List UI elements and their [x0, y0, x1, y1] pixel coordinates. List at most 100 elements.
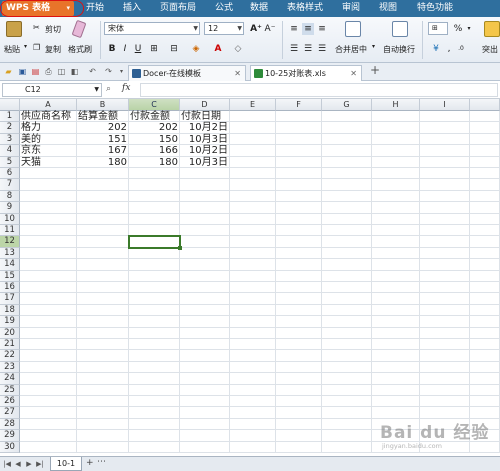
column-header-h[interactable]: H	[372, 99, 420, 111]
column-header-c[interactable]: C	[129, 99, 180, 111]
cell-c2[interactable]: 202	[129, 122, 180, 134]
cell-d3[interactable]: 10月3日	[180, 133, 230, 146]
cell-f25[interactable]	[276, 384, 322, 396]
cell-a2[interactable]: 格力	[20, 122, 77, 134]
cell-e8[interactable]	[230, 190, 276, 203]
menu-view[interactable]: 视图	[379, 0, 397, 17]
cell-b22[interactable]	[77, 350, 129, 362]
prev-sheet-icon[interactable]: ◀	[13, 459, 23, 469]
cell-f20[interactable]	[276, 327, 322, 339]
cell-i15[interactable]	[420, 270, 470, 282]
select-all-corner[interactable]	[0, 99, 20, 111]
cell-e29[interactable]	[230, 430, 276, 442]
cell-g9[interactable]	[322, 202, 372, 214]
cell-h22[interactable]	[372, 350, 420, 362]
cell-b20[interactable]	[77, 327, 129, 339]
row-header-20[interactable]: 20	[0, 327, 20, 339]
cell-g22[interactable]	[322, 350, 372, 362]
save-icon[interactable]: ▣	[17, 66, 28, 77]
cell-a30[interactable]	[20, 441, 77, 453]
cell-filler[interactable]	[470, 350, 500, 362]
cell-a28[interactable]	[20, 418, 77, 431]
cell-b13[interactable]	[77, 247, 129, 260]
cell-filler[interactable]	[470, 282, 500, 294]
cell-d17[interactable]	[180, 293, 230, 305]
cell-h9[interactable]	[372, 202, 420, 214]
tab-reconciliation-sheet[interactable]: 10-25对账表.xls ✕	[250, 65, 362, 81]
cell-f12[interactable]	[276, 236, 322, 248]
merge-center-icon[interactable]	[345, 21, 361, 37]
cell-d27[interactable]	[180, 407, 230, 419]
column-header-i[interactable]: I	[420, 99, 470, 111]
cell-a18[interactable]	[20, 304, 77, 317]
cell-h16[interactable]	[372, 282, 420, 294]
cell-h18[interactable]	[372, 304, 420, 317]
cell-b7[interactable]	[77, 179, 129, 191]
cell-g11[interactable]	[322, 225, 372, 237]
cell-d21[interactable]	[180, 339, 230, 351]
cell-i2[interactable]	[420, 122, 470, 134]
cell-h24[interactable]	[372, 373, 420, 385]
cell-c3[interactable]: 150	[129, 133, 180, 146]
cell-b17[interactable]	[77, 293, 129, 305]
cell-h2[interactable]	[372, 122, 420, 134]
cell-g3[interactable]	[322, 133, 372, 146]
cell-b6[interactable]	[77, 168, 129, 180]
wrap-text-icon[interactable]	[392, 21, 408, 37]
cell-h7[interactable]	[372, 179, 420, 191]
cell-c16[interactable]	[129, 282, 180, 294]
row-header-24[interactable]: 24	[0, 373, 20, 385]
cell-b21[interactable]	[77, 339, 129, 351]
cell-e1[interactable]	[230, 111, 276, 123]
cell-d25[interactable]	[180, 384, 230, 396]
cell-i17[interactable]	[420, 293, 470, 305]
chevron-down-icon[interactable]: ▾	[116, 66, 127, 77]
cell-g26[interactable]	[322, 396, 372, 408]
cell-filler[interactable]	[470, 133, 500, 146]
cell-e30[interactable]	[230, 441, 276, 453]
cell-filler[interactable]	[470, 327, 500, 339]
cell-i1[interactable]	[420, 111, 470, 123]
currency-icon[interactable]: ¥	[430, 43, 442, 55]
decrease-font-icon[interactable]: A⁻	[264, 23, 276, 35]
cell-a27[interactable]	[20, 407, 77, 419]
cell-d14[interactable]	[180, 259, 230, 271]
cell-e17[interactable]	[230, 293, 276, 305]
cell-filler[interactable]	[470, 316, 500, 328]
menu-home[interactable]: 开始	[86, 0, 104, 17]
menu-formulas[interactable]: 公式	[215, 0, 233, 17]
cell-b11[interactable]	[77, 225, 129, 237]
cell-filler[interactable]	[470, 145, 500, 157]
first-sheet-icon[interactable]: |◀	[2, 459, 12, 469]
cell-a9[interactable]	[20, 202, 77, 214]
cell-g2[interactable]	[322, 122, 372, 134]
wrap-text-button[interactable]: 自动换行	[383, 44, 415, 55]
cell-d9[interactable]	[180, 202, 230, 214]
cell-a13[interactable]	[20, 247, 77, 260]
cell-d23[interactable]	[180, 361, 230, 374]
cell-a3[interactable]: 美的	[20, 133, 77, 146]
cell-g23[interactable]	[322, 361, 372, 374]
cell-b27[interactable]	[77, 407, 129, 419]
cell-f26[interactable]	[276, 396, 322, 408]
row-header-3[interactable]: 3	[0, 133, 20, 146]
cell-i20[interactable]	[420, 327, 470, 339]
print-preview-icon[interactable]: ◫	[56, 66, 67, 77]
increase-font-icon[interactable]: A⁺	[250, 23, 262, 35]
cell-d1[interactable]: 付款日期	[180, 111, 230, 123]
align-center-icon[interactable]: ☰	[302, 43, 314, 55]
row-header-4[interactable]: 4	[0, 145, 20, 157]
cell-f28[interactable]	[276, 418, 322, 431]
cell-h3[interactable]	[372, 133, 420, 146]
cell-b2[interactable]: 202	[77, 122, 129, 134]
cell-f10[interactable]	[276, 213, 322, 225]
cell-e10[interactable]	[230, 213, 276, 225]
cell-f30[interactable]	[276, 441, 322, 453]
cell-a10[interactable]	[20, 213, 77, 225]
merge-cells-icon[interactable]: ⊟	[168, 43, 180, 55]
cell-f9[interactable]	[276, 202, 322, 214]
cell-f29[interactable]	[276, 430, 322, 442]
column-header-b[interactable]: B	[77, 99, 129, 111]
row-header-17[interactable]: 17	[0, 293, 20, 305]
cell-g19[interactable]	[322, 316, 372, 328]
